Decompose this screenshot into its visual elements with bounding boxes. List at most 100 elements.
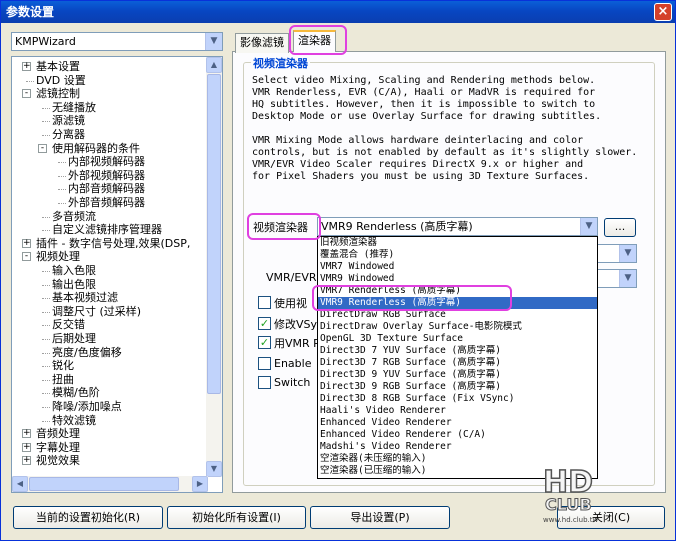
tree-item[interactable]: 滤镜控制 xyxy=(36,87,80,100)
chevron-down-icon[interactable]: ▼ xyxy=(619,270,636,287)
tree-horizontal-scrollbar[interactable]: ◀ ▶ xyxy=(12,476,208,492)
highlight-label xyxy=(247,213,321,240)
tree-item[interactable]: 使用解码器的条件 xyxy=(52,142,140,155)
tree-connector xyxy=(42,393,50,395)
tree-item[interactable]: 外部音频解码器 xyxy=(68,196,145,209)
tree-item[interactable]: 音频处理 xyxy=(36,427,80,440)
scroll-h-thumb[interactable] xyxy=(29,477,179,491)
checkbox-4-label: Enable xyxy=(274,357,312,370)
tree-item[interactable]: 外部视频解码器 xyxy=(68,169,145,182)
tree-item[interactable]: 自定义滤镜排序管理器 xyxy=(52,223,162,236)
tree-item[interactable]: 反交错 xyxy=(52,318,85,331)
preset-select[interactable]: KMPWizard ▼ xyxy=(11,32,223,51)
settings-tree[interactable]: ▲ ▼ ◀ ▶ + 基本设置 DVD 设置 - 滤镜控制 无缝播放 源滤镜 分离器 - 使用解码器… xyxy=(11,56,223,493)
scroll-up-icon[interactable]: ▲ xyxy=(206,57,222,73)
renderer-select[interactable]: VMR9 Renderless (高质字幕) ▼ xyxy=(317,217,598,236)
description-line: VMR Mixing Mode allows hardware deinterl… xyxy=(252,135,584,146)
checkbox-4[interactable] xyxy=(258,357,271,370)
tree-item[interactable]: 视觉效果 xyxy=(36,454,80,467)
tree-item[interactable]: 输入色限 xyxy=(52,264,96,277)
tab-video-filter[interactable]: 影像滤镜 xyxy=(235,33,289,53)
tree-item[interactable]: 特效滤镜 xyxy=(52,414,96,427)
renderer-options-button[interactable]: ... xyxy=(604,218,636,237)
expand-icon[interactable]: + xyxy=(22,238,31,248)
renderer-option[interactable]: OpenGL 3D Texture Surface xyxy=(318,333,597,345)
tree-item[interactable]: 扭曲 xyxy=(52,373,74,386)
tree-connector xyxy=(42,230,50,232)
checkbox-2[interactable]: ✓ xyxy=(258,317,271,330)
tree-item[interactable]: 调整尺寸 (过采样) xyxy=(52,305,141,318)
expand-icon[interactable]: + xyxy=(22,456,31,466)
tree-item[interactable]: 多音频流 xyxy=(52,210,96,223)
description-line: for Pixel Shaders you must be using 3D T… xyxy=(252,171,590,182)
chevron-down-icon[interactable]: ▼ xyxy=(205,33,222,50)
scroll-right-icon[interactable]: ▶ xyxy=(192,476,208,492)
checkbox-1[interactable] xyxy=(258,296,271,309)
tree-item[interactable]: 基本视频过滤 xyxy=(52,291,118,304)
tree-item[interactable]: DVD 设置 xyxy=(36,74,86,87)
tree-item[interactable]: 锐化 xyxy=(52,359,74,372)
tree-connector xyxy=(42,366,50,368)
tree-item[interactable]: 基本设置 xyxy=(36,60,80,73)
renderer-dropdown-list[interactable]: 旧视频渲染器 覆盖混合 (推荐) VMR7 Windowed VMR9 Windowe… xyxy=(317,236,598,479)
renderer-option[interactable]: Haali's Video Renderer xyxy=(318,405,597,417)
tree-connector xyxy=(42,271,50,272)
renderer-option[interactable]: Enhanced Video Renderer xyxy=(318,417,597,429)
renderer-option[interactable]: VMR9 Windowed xyxy=(318,273,597,285)
renderer-option[interactable]: Direct3D 9 RGB Surface (高质字幕) xyxy=(318,381,597,393)
description-line: Select video Mixing, Scaling and Renderi… xyxy=(252,75,596,86)
collapse-icon[interactable]: - xyxy=(22,89,31,99)
highlight-options xyxy=(312,285,512,311)
tree-item[interactable]: 源滤镜 xyxy=(52,114,85,127)
chevron-down-icon[interactable]: ▼ xyxy=(580,218,597,235)
svg-text:www.hd.club.tw: www.hd.club.tw xyxy=(543,516,599,524)
renderer-value: VMR9 Renderless (高质字幕) xyxy=(321,220,473,233)
description-line: HQ subtitles. However, then it is imposs… xyxy=(252,99,596,110)
renderer-option[interactable]: Direct3D 7 YUV Surface (高质字幕) xyxy=(318,345,597,357)
renderer-option[interactable]: 旧视频渲染器 xyxy=(318,237,597,249)
renderer-option[interactable]: Enhanced Video Renderer (C/A) xyxy=(318,429,597,441)
tree-item[interactable]: 输出色限 xyxy=(52,278,96,291)
tree-item[interactable]: 插件 - 数字信号处理,效果(DSP, xyxy=(36,237,190,250)
renderer-option[interactable]: Direct3D 8 RGB Surface (Fix VSync) xyxy=(318,393,597,405)
tree-item[interactable]: 字幕处理 xyxy=(36,441,80,454)
renderer-option[interactable]: DirectDraw Overlay Surface-电影院模式 xyxy=(318,321,597,333)
collapse-icon[interactable]: - xyxy=(22,252,31,262)
title-bar[interactable]: 参数设置 × xyxy=(1,1,675,23)
renderer-option[interactable]: Direct3D 9 YUV Surface (高质字幕) xyxy=(318,369,597,381)
checkbox-3[interactable]: ✓ xyxy=(258,336,271,349)
renderer-option[interactable]: 覆盖混合 (推荐) xyxy=(318,249,597,261)
window-close-button[interactable]: × xyxy=(654,3,672,21)
tree-item[interactable]: 内部视频解码器 xyxy=(68,155,145,168)
chevron-down-icon[interactable]: ▼ xyxy=(619,245,636,262)
expand-icon[interactable]: + xyxy=(22,429,31,439)
tree-item[interactable]: 无缝播放 xyxy=(52,101,96,114)
scroll-down-icon[interactable]: ▼ xyxy=(206,461,222,477)
hidden-select-1[interactable]: ▼ xyxy=(597,244,637,263)
tree-item[interactable]: 后期处理 xyxy=(52,332,96,345)
window-title: 参数设置 xyxy=(6,5,55,19)
tree-vertical-scrollbar[interactable]: ▲ ▼ xyxy=(206,57,222,477)
tree-connector xyxy=(42,121,50,123)
tree-item[interactable]: 分离器 xyxy=(52,128,85,141)
renderer-option[interactable]: VMR7 Windowed xyxy=(318,261,597,273)
renderer-option[interactable]: Madshi's Video Renderer xyxy=(318,441,597,453)
tree-connector xyxy=(26,80,34,82)
tree-item[interactable]: 视频处理 xyxy=(36,250,80,263)
expand-icon[interactable]: + xyxy=(22,442,31,452)
tree-item[interactable]: 亮度/色度偏移 xyxy=(52,346,122,359)
collapse-icon[interactable]: - xyxy=(38,143,47,153)
tree-item[interactable]: 降噪/添加噪点 xyxy=(52,400,122,413)
export-settings-button[interactable]: 导出设置(P) xyxy=(310,506,450,529)
checkbox-5[interactable] xyxy=(258,376,271,389)
reset-current-button[interactable]: 当前的设置初始化(R) xyxy=(13,506,163,529)
tree-connector xyxy=(42,325,50,327)
renderer-option[interactable]: Direct3D 7 RGB Surface (高质字幕) xyxy=(318,357,597,369)
scroll-left-icon[interactable]: ◀ xyxy=(12,476,28,492)
tree-item[interactable]: 模糊/色阶 xyxy=(52,386,100,399)
expand-icon[interactable]: + xyxy=(22,62,31,71)
tree-item[interactable]: 内部音频解码器 xyxy=(68,182,145,195)
hidden-select-2[interactable]: ▼ xyxy=(597,269,637,288)
scroll-thumb[interactable] xyxy=(207,74,221,394)
reset-all-button[interactable]: 初始化所有设置(I) xyxy=(167,506,306,529)
